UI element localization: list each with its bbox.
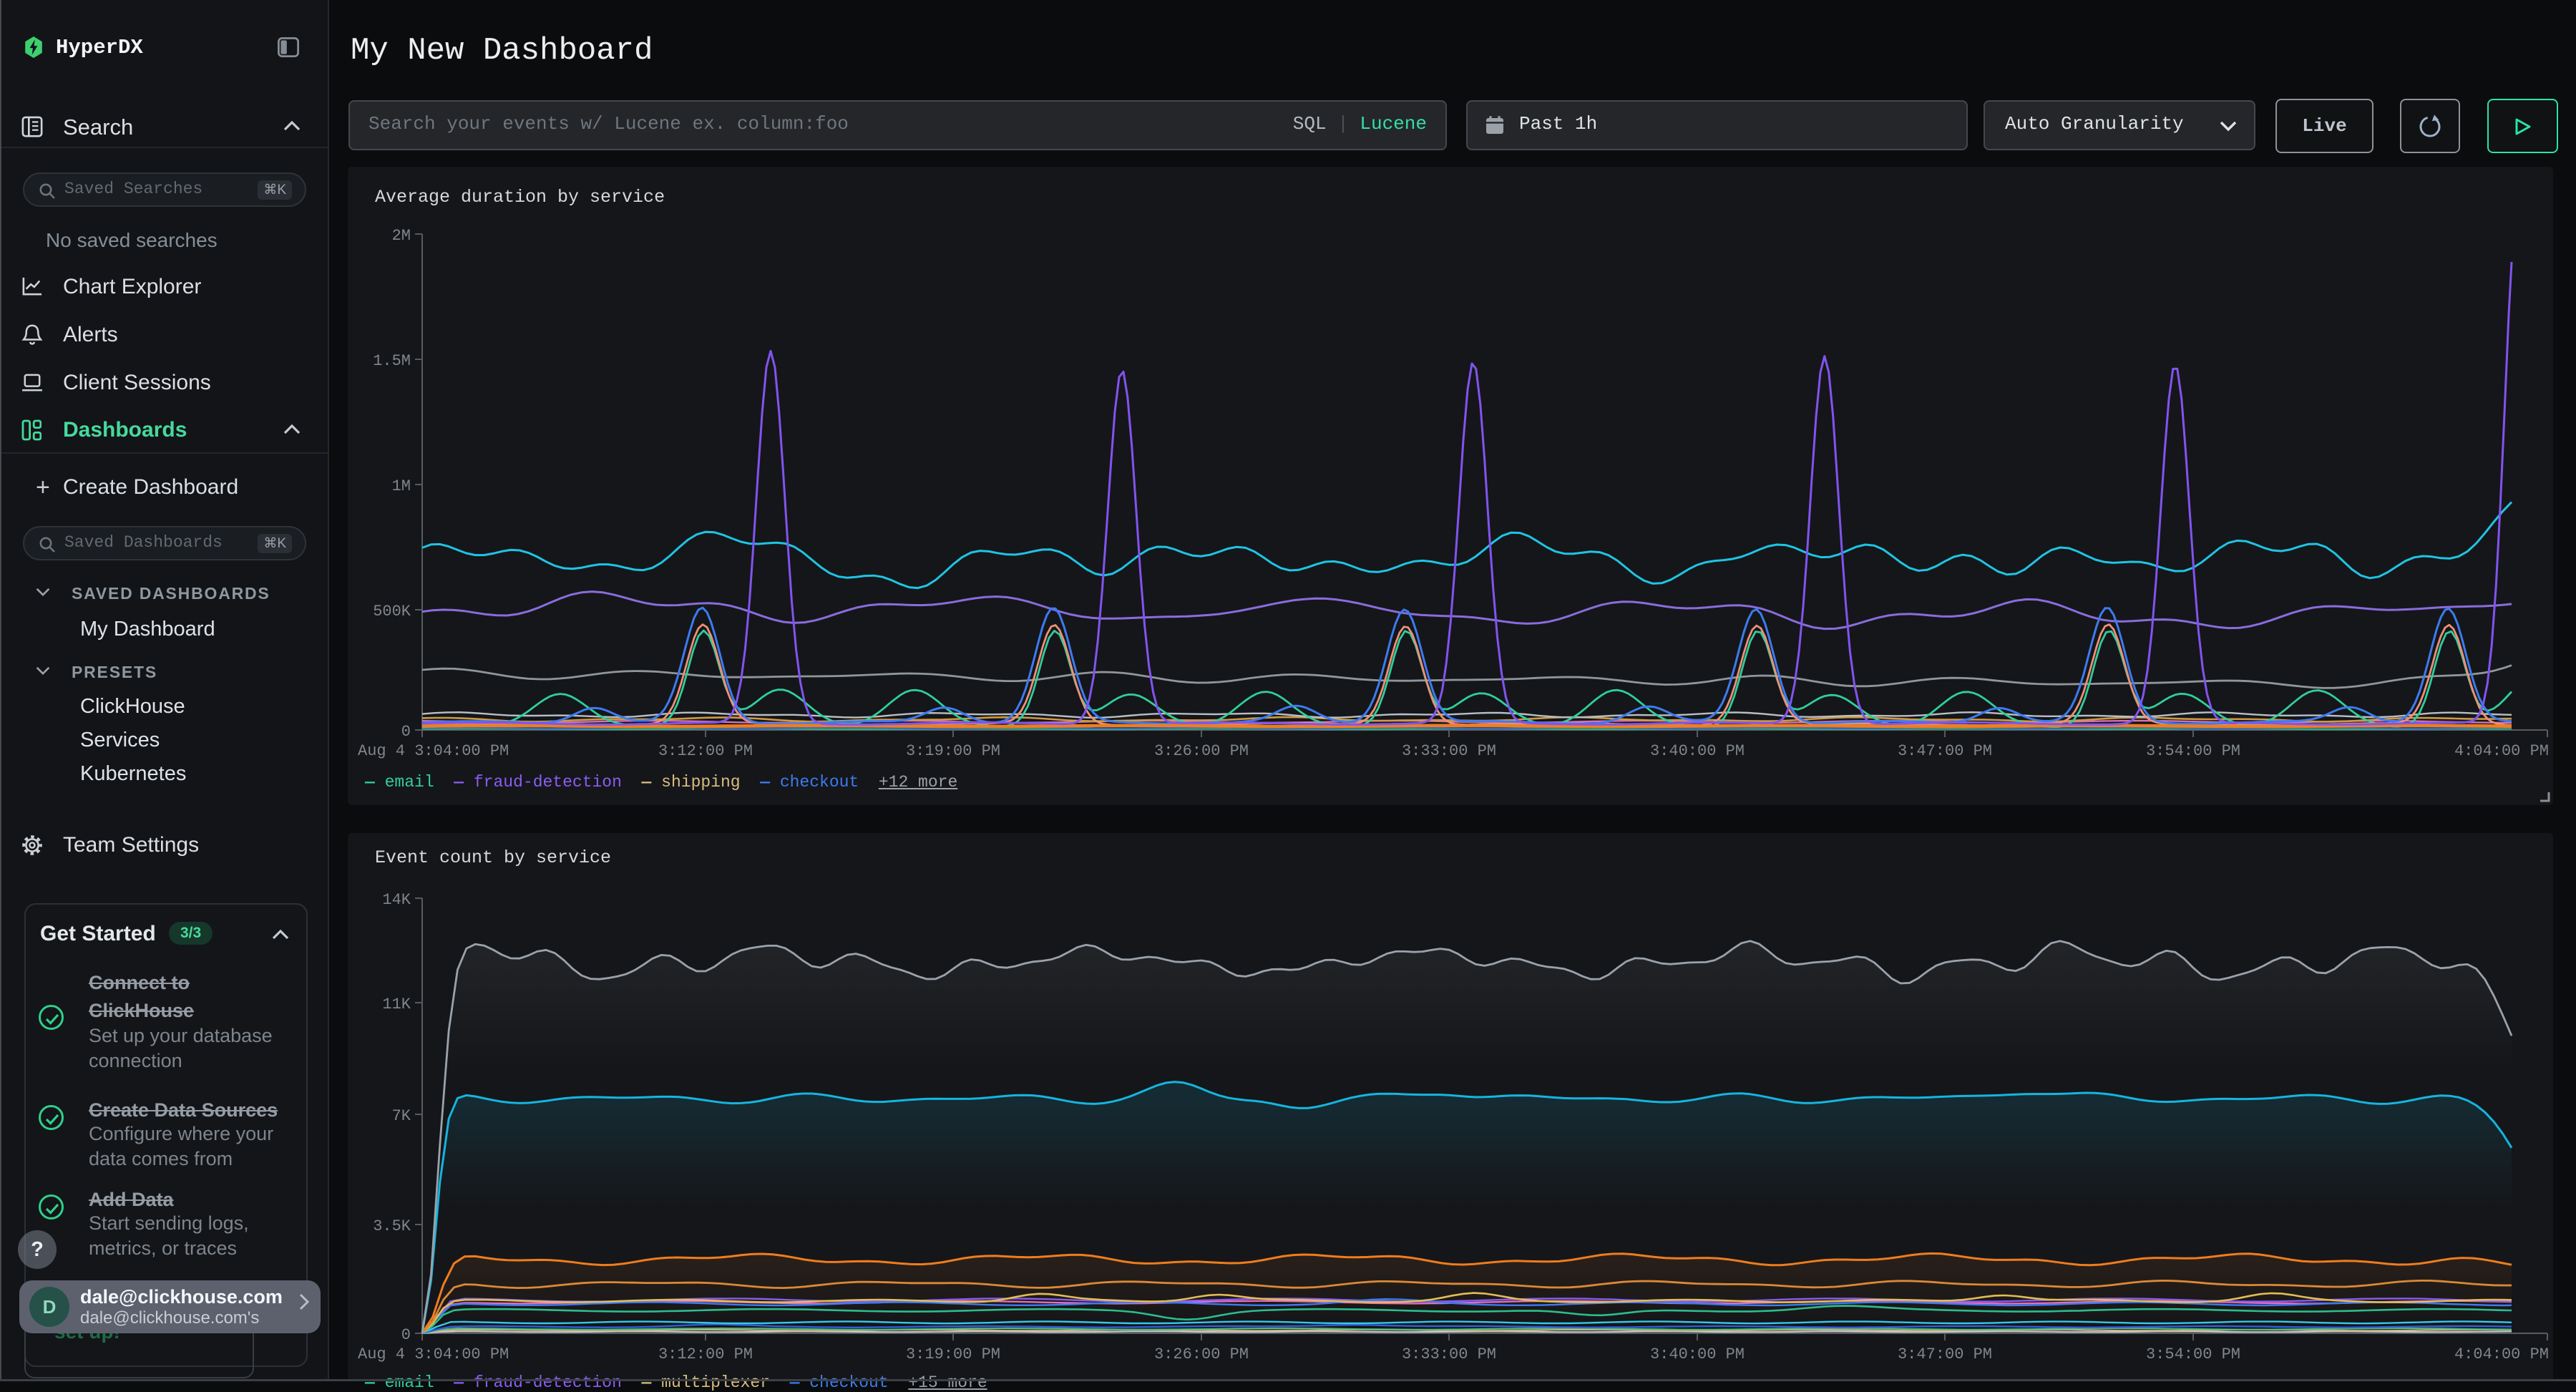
svg-text:3:47:00 PM: 3:47:00 PM: [1898, 742, 1992, 760]
svg-text:3:33:00 PM: 3:33:00 PM: [1402, 742, 1496, 760]
svg-text:3:47:00 PM: 3:47:00 PM: [1898, 1345, 1992, 1363]
svg-text:3:33:00 PM: 3:33:00 PM: [1402, 1345, 1496, 1363]
svg-text:1M: 1M: [392, 477, 411, 495]
svg-text:3:26:00 PM: 3:26:00 PM: [1154, 1345, 1249, 1363]
svg-text:2M: 2M: [392, 227, 411, 245]
svg-text:Aug 4 3:04:00 PM: Aug 4 3:04:00 PM: [358, 1345, 509, 1363]
svg-text:14K: 14K: [382, 891, 411, 909]
svg-text:3:40:00 PM: 3:40:00 PM: [1650, 742, 1745, 760]
svg-text:Aug 4 3:04:00 PM: Aug 4 3:04:00 PM: [358, 742, 509, 760]
svg-text:500K: 500K: [373, 603, 411, 620]
svg-text:3:54:00 PM: 3:54:00 PM: [2146, 1345, 2240, 1363]
svg-text:0: 0: [401, 723, 411, 741]
svg-text:11K: 11K: [382, 996, 411, 1013]
svg-text:3:19:00 PM: 3:19:00 PM: [906, 742, 1000, 760]
svg-text:3:12:00 PM: 3:12:00 PM: [658, 1345, 753, 1363]
svg-text:3:12:00 PM: 3:12:00 PM: [658, 742, 753, 760]
svg-text:3.5K: 3.5K: [373, 1217, 411, 1235]
svg-text:1.5M: 1.5M: [373, 352, 411, 370]
svg-text:3:40:00 PM: 3:40:00 PM: [1650, 1345, 1745, 1363]
svg-text:3:19:00 PM: 3:19:00 PM: [906, 1345, 1000, 1363]
svg-text:7K: 7K: [392, 1107, 411, 1125]
svg-text:0: 0: [401, 1326, 411, 1344]
svg-text:3:54:00 PM: 3:54:00 PM: [2146, 742, 2240, 760]
svg-text:4:04:00 PM: 4:04:00 PM: [2454, 742, 2549, 760]
svg-text:4:04:00 PM: 4:04:00 PM: [2454, 1345, 2549, 1363]
svg-text:3:26:00 PM: 3:26:00 PM: [1154, 742, 1249, 760]
